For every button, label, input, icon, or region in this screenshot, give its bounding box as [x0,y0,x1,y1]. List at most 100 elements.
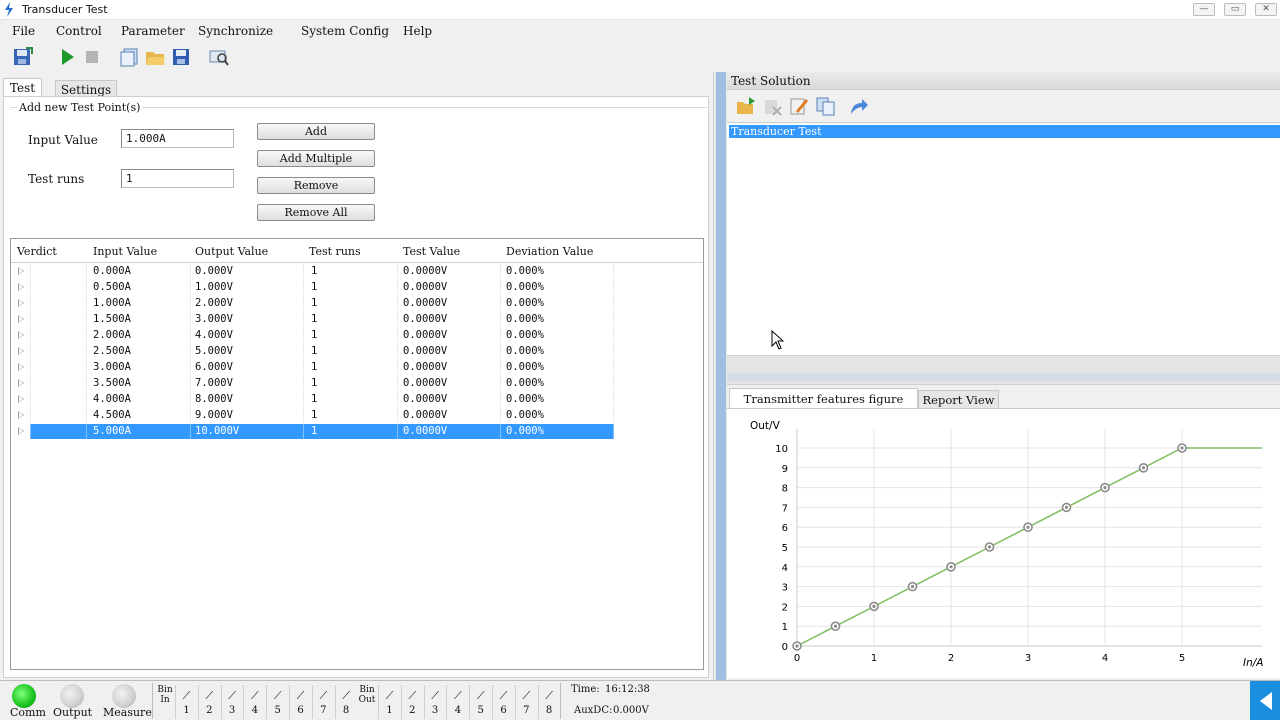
cell-dev: 0.000% [506,425,544,437]
cell-separator [500,408,501,423]
data-point-center [1026,525,1030,529]
tab-settings[interactable]: Settings [55,80,117,97]
expand-row-icon[interactable] [18,395,24,403]
cell-separator [30,264,31,279]
table-row[interactable]: 3.000A 6.000V 1 0.0000V 0.000% [11,360,703,376]
table-row[interactable]: 1.000A 2.000V 1 0.0000V 0.000% [11,296,703,312]
table-row[interactable]: 2.500A 5.000V 1 0.0000V 0.000% [11,344,703,360]
menu-synchronize[interactable]: Synchronize [198,24,273,38]
maximize-button[interactable]: ▭ [1224,3,1246,16]
cell-separator [86,312,87,327]
col-deviation-value[interactable]: Deviation Value [506,245,593,258]
expand-row-icon[interactable] [18,427,24,435]
tab-transmitter-features-figure[interactable]: Transmitter features figure [729,388,918,409]
tab-report-view[interactable]: Report View [918,390,999,409]
menu-system-config[interactable]: System Config [301,24,389,38]
cell-separator [30,344,31,359]
input-value-field[interactable]: 1.000A [121,129,234,148]
cell-dev: 0.000% [506,345,544,357]
redo-arrow-icon[interactable] [847,95,869,117]
switch-contact-icon: ⟋ [273,689,282,702]
cell-separator [86,408,87,423]
horizontal-splitter[interactable] [727,355,1280,385]
status-bar: Comm Output Measure Bin In ⟋ 1 ⟋ 2 ⟋ 3 ⟋ 4 ⟋ 5 ⟋ 6 ⟋… [0,680,1280,720]
bin-in-channel-number: 8 [342,705,350,716]
expand-row-icon[interactable] [18,299,24,307]
open-folder-icon[interactable] [144,46,166,68]
col-input-value[interactable]: Input Value [93,245,157,258]
stop-icon[interactable] [81,46,103,68]
save-config-icon[interactable] [12,46,34,68]
table-row[interactable]: 0.500A 1.000V 1 0.0000V 0.000% [11,280,703,296]
menu-file[interactable]: File [12,24,35,38]
cell-test: 0.0000V [403,409,448,421]
cell-output: 10.000V [195,425,240,437]
cell-dev: 0.000% [506,265,544,277]
cell-separator [190,424,191,439]
output-label: Output [53,706,93,719]
play-icon[interactable] [56,46,78,68]
remove-all-button[interactable]: Remove All [257,204,375,221]
search-device-icon[interactable] [208,46,230,68]
bin-in-channel-number: 1 [183,705,190,716]
cell-separator [303,376,304,391]
add-multiple-button[interactable]: Add Multiple [257,150,375,167]
next-arrow-button[interactable] [1250,681,1280,720]
horizontal-splitter-bar[interactable] [727,373,1280,381]
table-row[interactable]: 1.500A 3.000V 1 0.0000V 0.000% [11,312,703,328]
splitter-bar[interactable] [716,72,726,680]
delete-node-icon[interactable] [761,95,783,117]
expand-row-icon[interactable] [18,363,24,371]
data-point-center [795,644,799,648]
auxdc-label: AuxDC: [574,705,613,716]
vertical-splitter[interactable] [713,72,727,680]
edit-node-icon[interactable] [788,95,810,117]
menu-help[interactable]: Help [403,24,432,38]
expand-row-icon[interactable] [18,411,24,419]
col-verdict[interactable]: Verdict [17,245,57,258]
tree-node-transducer-test[interactable]: Transducer Test [729,125,1280,138]
table-row[interactable]: 3.500A 7.000V 1 0.0000V 0.000% [11,376,703,392]
table-row[interactable]: 4.500A 9.000V 1 0.0000V 0.000% [11,408,703,424]
window-title: Transducer Test [22,3,108,16]
table-row[interactable]: 5.000A 10.000V 1 0.0000V 0.000% [11,424,703,440]
copy-node-icon[interactable] [815,95,837,117]
tab-test[interactable]: Test [3,78,42,96]
expand-row-icon[interactable] [18,379,24,387]
add-node-icon[interactable] [735,95,757,117]
table-row[interactable]: 2.000A 4.000V 1 0.0000V 0.000% [11,328,703,344]
col-test-runs[interactable]: Test runs [309,245,361,258]
expand-row-icon[interactable] [18,331,24,339]
close-button[interactable]: ✕ [1255,3,1277,16]
remove-button[interactable]: Remove [257,177,375,194]
add-button[interactable]: Add [257,123,375,140]
data-point-center [1180,446,1184,450]
expand-row-icon[interactable] [18,267,24,275]
bin-out-channel: ⟋ 6 [492,685,514,719]
col-output-value[interactable]: Output Value [195,245,268,258]
cell-separator [500,312,501,327]
expand-row-icon[interactable] [18,347,24,355]
minimize-button[interactable]: — [1193,3,1215,16]
save-disk-icon[interactable] [170,46,192,68]
expand-row-icon[interactable] [18,283,24,291]
cell-separator [86,392,87,407]
test-solution-tree[interactable]: Transducer Test [727,122,1280,355]
menu-control[interactable]: Control [56,24,102,38]
cell-runs: 1 [311,393,318,405]
col-test-value[interactable]: Test Value [403,245,460,258]
table-row[interactable]: 4.000A 8.000V 1 0.0000V 0.000% [11,392,703,408]
menu-parameter[interactable]: Parameter [121,24,185,38]
new-document-icon[interactable] [118,46,140,68]
test-solution-title: Test Solution [731,74,811,88]
expand-row-icon[interactable] [18,315,24,323]
test-points-grid[interactable]: Verdict Input Value Output Value Test ru… [10,238,704,670]
cell-dev: 0.000% [506,361,544,373]
comm-label: Comm [10,706,46,719]
test-runs-field[interactable]: 1 [121,169,234,188]
table-row[interactable]: 0.000A 0.000V 1 0.0000V 0.000% [11,264,703,280]
cell-separator [613,408,614,423]
cell-output: 8.000V [195,393,233,405]
data-point-center [1103,486,1107,490]
cell-test: 0.0000V [403,393,448,405]
